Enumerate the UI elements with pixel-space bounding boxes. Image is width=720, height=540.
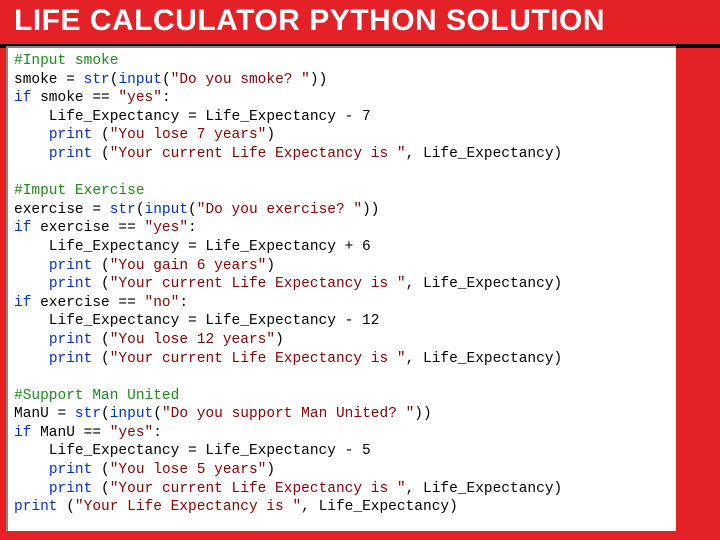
code-line: print ("Your current Life Expectancy is … [14, 351, 562, 367]
code-line: ManU = str(input("Do you support Man Uni… [14, 406, 432, 422]
code-line: #Support Man United [14, 388, 179, 404]
code-line: smoke = str(input("Do you smoke? ")) [14, 72, 327, 88]
code-line: print ("Your Life Expectancy is ", Life_… [14, 499, 458, 515]
code-line: print ("You lose 7 years") [14, 127, 275, 143]
code-line: print ("Your current Life Expectancy is … [14, 481, 562, 497]
code-line: #Input smoke [14, 53, 118, 69]
code-line: if exercise == "no": [14, 295, 188, 311]
code-line: Life_Expectancy = Life_Expectancy - 7 [14, 109, 371, 125]
code-line: exercise = str(input("Do you exercise? "… [14, 202, 379, 218]
code-line: if ManU == "yes": [14, 425, 162, 441]
code-line: if exercise == "yes": [14, 220, 197, 236]
python-code: #Input smoke smoke = str(input("Do you s… [14, 52, 670, 517]
slide-title: LIFE CALCULATOR PYTHON SOLUTION [0, 0, 720, 48]
code-line: print ("Your current Life Expectancy is … [14, 146, 562, 162]
code-line: print ("Your current Life Expectancy is … [14, 276, 562, 292]
code-line: Life_Expectancy = Life_Expectancy - 12 [14, 313, 379, 329]
code-line: print ("You lose 5 years") [14, 462, 275, 478]
code-line: print ("You lose 12 years") [14, 332, 284, 348]
code-line: Life_Expectancy = Life_Expectancy + 6 [14, 239, 371, 255]
slide: LIFE CALCULATOR PYTHON SOLUTION #Input s… [0, 0, 720, 540]
code-line: #Imput Exercise [14, 183, 145, 199]
code-line: if smoke == "yes": [14, 90, 171, 106]
code-line: Life_Expectancy = Life_Expectancy - 5 [14, 443, 371, 459]
code-line: print ("You gain 6 years") [14, 258, 275, 274]
code-block: #Input smoke smoke = str(input("Do you s… [6, 46, 676, 531]
